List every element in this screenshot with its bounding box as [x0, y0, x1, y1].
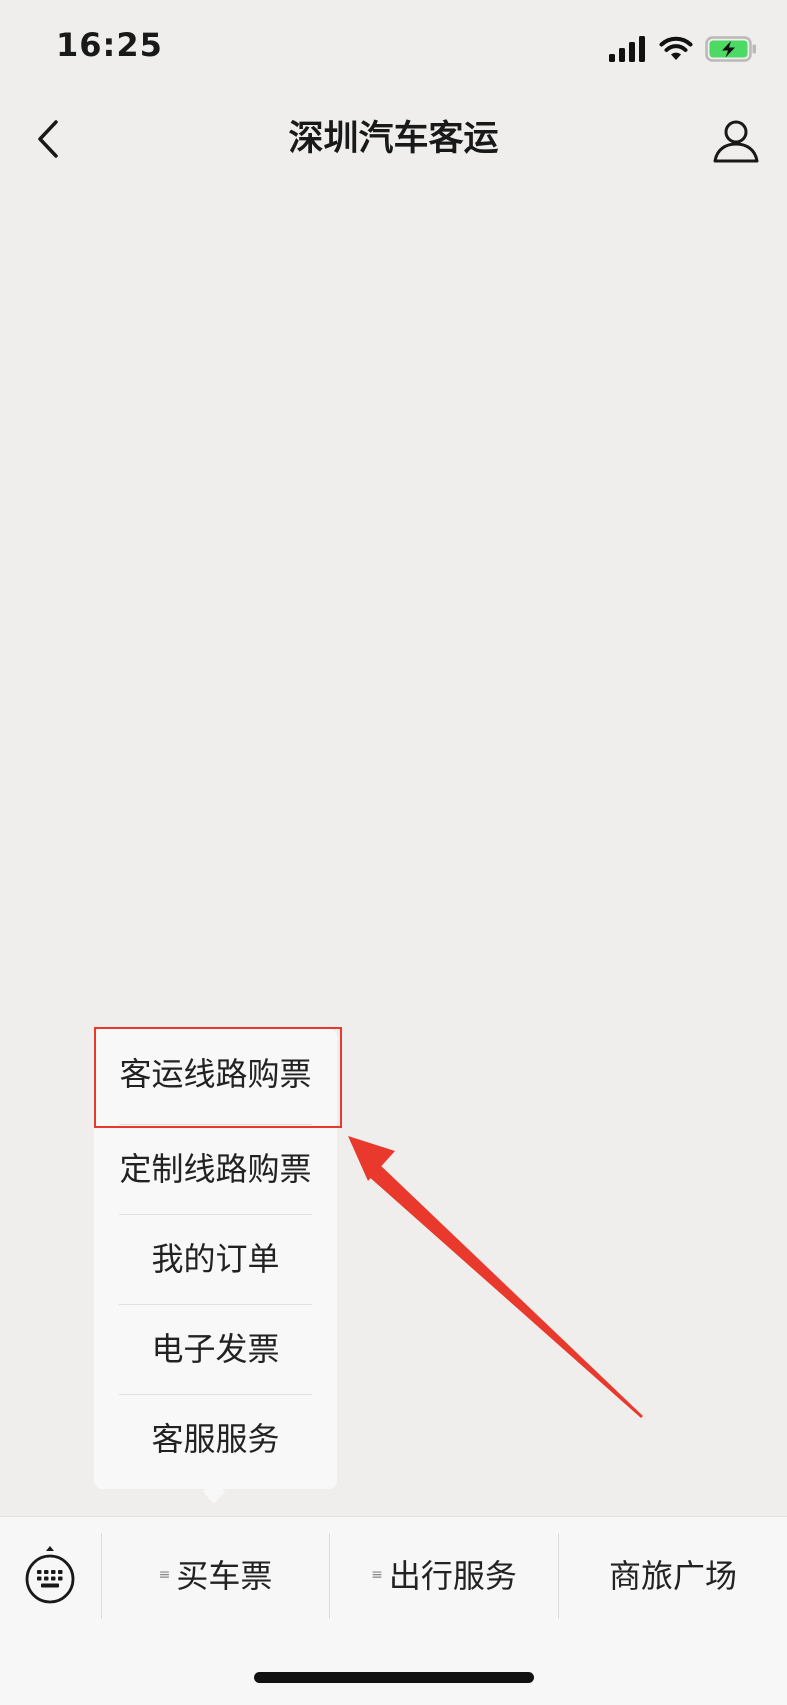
- keyboard-toggle-button[interactable]: [24, 1545, 76, 1605]
- tab-label: 商旅广场: [608, 1557, 737, 1595]
- battery-charging-icon: [705, 36, 756, 62]
- person-icon: [713, 120, 759, 163]
- submenu-item-my-orders[interactable]: 我的订单: [94, 1214, 337, 1304]
- profile-button[interactable]: [711, 116, 761, 166]
- status-time: 16:25: [56, 26, 163, 64]
- submenu-indicator-icon: ≡: [371, 1567, 383, 1583]
- tab-buy-ticket[interactable]: ≡ 买车票: [102, 1517, 329, 1635]
- submenu-item-e-invoice[interactable]: 电子发票: [94, 1304, 337, 1394]
- submenu-indicator-icon: ≡: [158, 1567, 171, 1583]
- wifi-icon: [659, 36, 693, 60]
- tab-travel-services[interactable]: ≡ 出行服务: [330, 1517, 558, 1635]
- tab-label: 买车票: [176, 1557, 273, 1595]
- cellular-signal-icon: [609, 36, 645, 62]
- page-title: 深圳汽车客运: [288, 119, 499, 159]
- status-icons: [609, 34, 757, 64]
- tab-business-travel-plaza[interactable]: 商旅广场: [559, 1517, 787, 1635]
- tab-label: 出行服务: [388, 1557, 517, 1595]
- keyboard-icon: [25, 1546, 75, 1604]
- annotation-highlight-box: [94, 1027, 342, 1128]
- submenu-item-customer-service[interactable]: 客服服务: [94, 1394, 337, 1484]
- submenu-item-custom-route-ticket[interactable]: 定制线路购票: [94, 1124, 337, 1214]
- home-indicator: [254, 1672, 534, 1683]
- nav-bar: 深圳汽车客运: [0, 96, 787, 184]
- status-bar: 16:25: [0, 0, 787, 96]
